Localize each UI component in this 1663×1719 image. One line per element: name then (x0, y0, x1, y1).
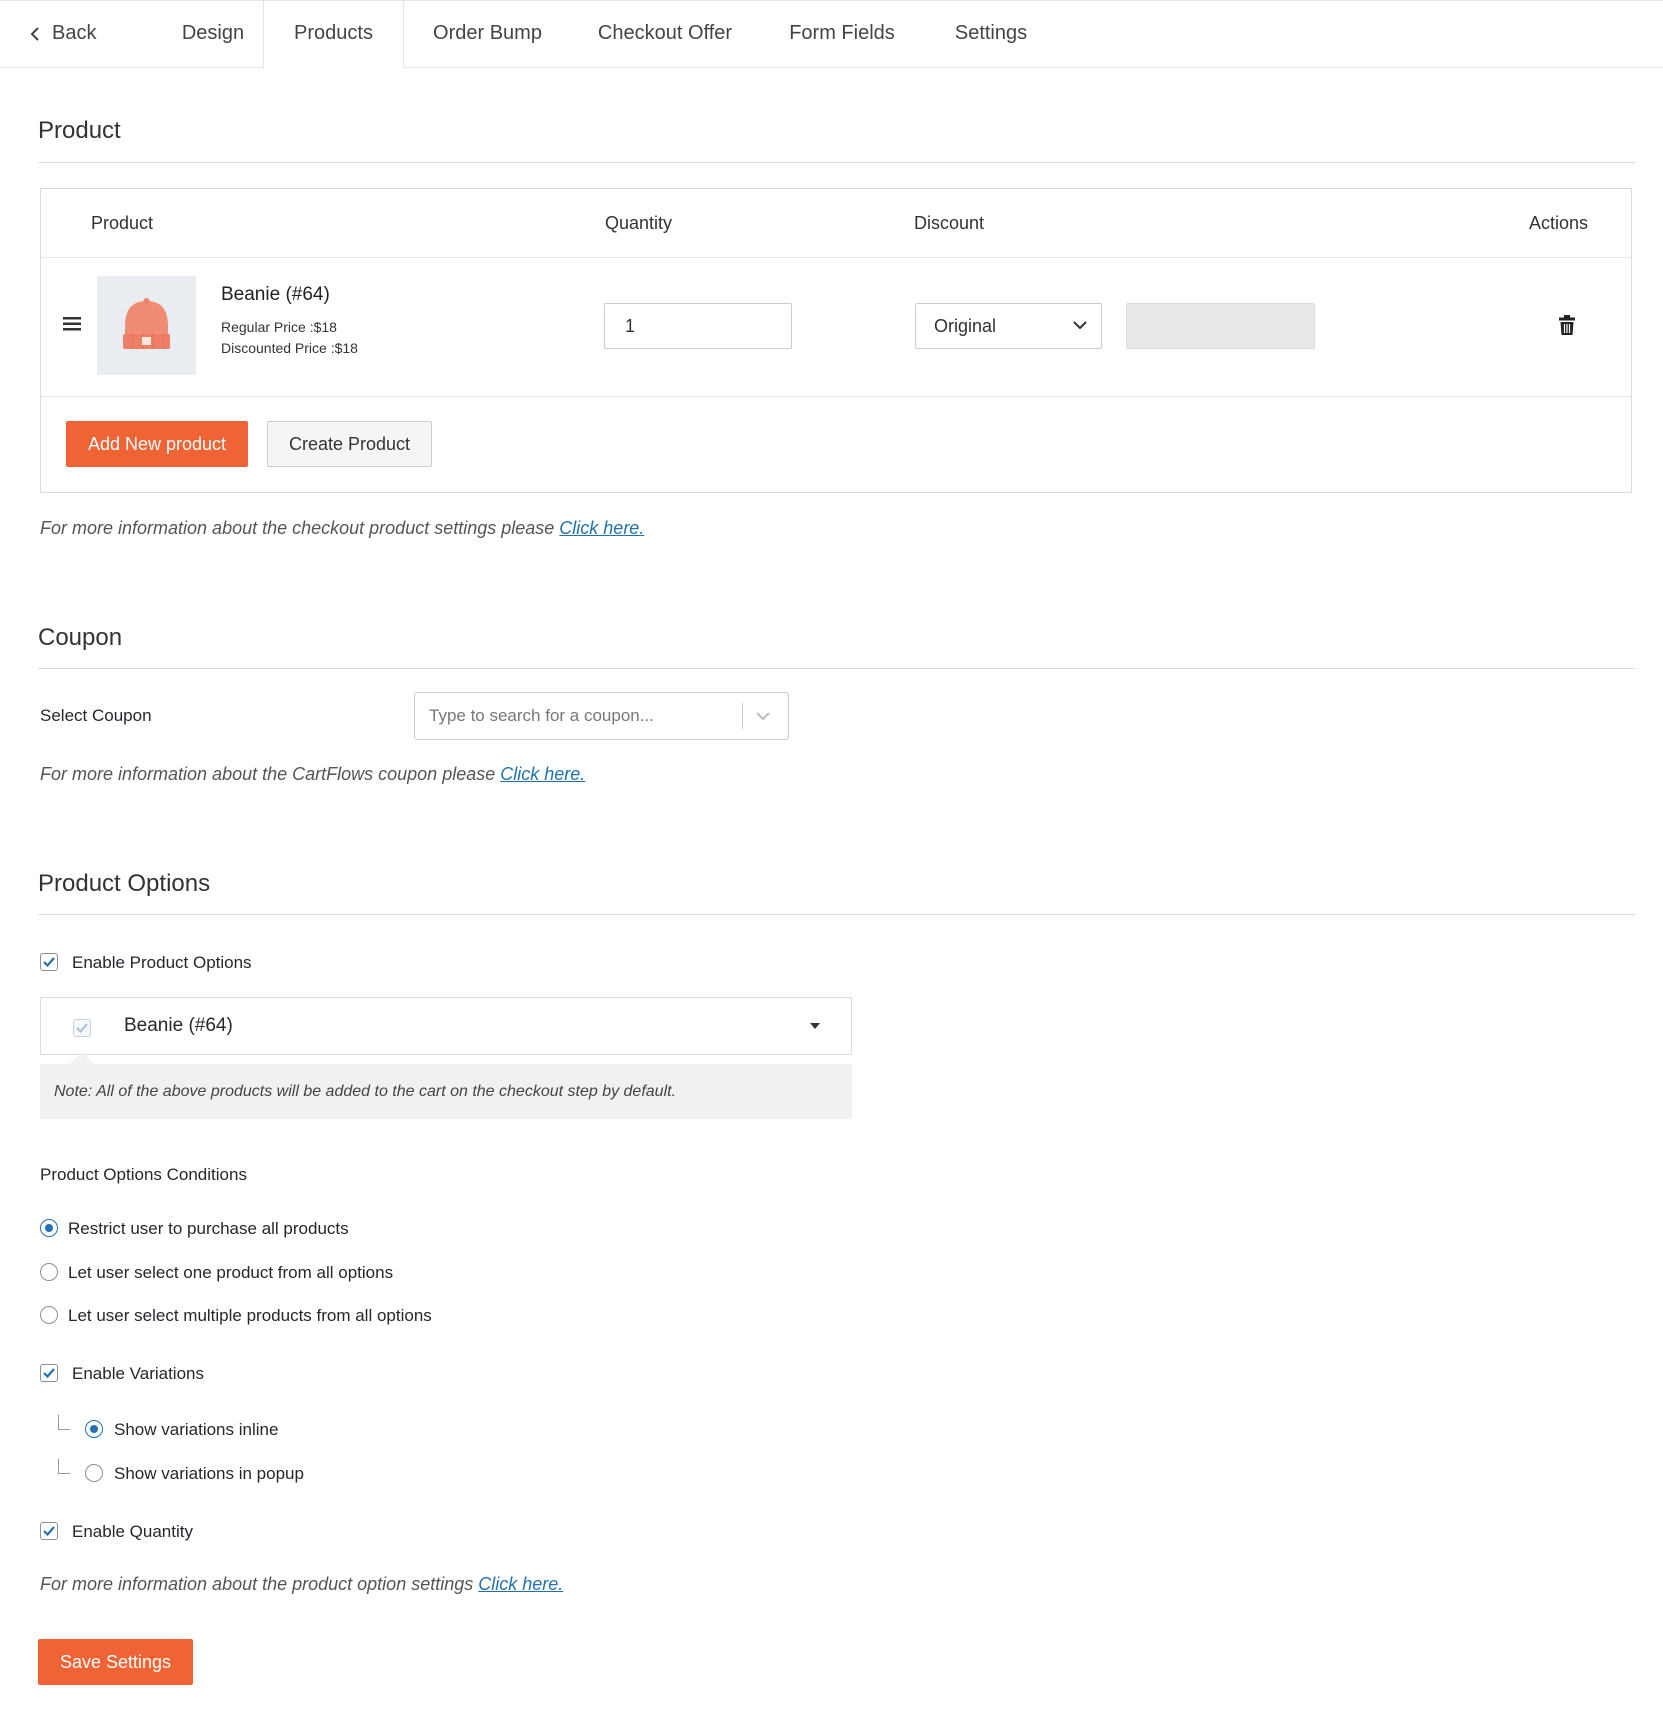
select-one-product-radio[interactable] (40, 1263, 58, 1281)
product-table-header: Product Quantity Discount Actions (41, 189, 1631, 258)
show-variations-inline-radio[interactable] (85, 1420, 103, 1438)
tab-order-bump-label: Order Bump (433, 22, 542, 44)
discount-value-input[interactable] (1126, 303, 1315, 349)
options-info-label: For more information about the product o… (40, 1574, 479, 1594)
enable-quantity-label: Enable Quantity (72, 1522, 193, 1541)
product-thumbnail (97, 276, 196, 375)
product-info-text: For more information about the checkout … (40, 518, 644, 539)
back-label: Back (52, 22, 97, 44)
restrict-all-products-radio[interactable] (40, 1219, 58, 1237)
discount-type-value: Original (934, 316, 997, 336)
chevron-down-icon[interactable] (755, 710, 771, 722)
coupon-section-title: Coupon (38, 624, 123, 651)
coupon-search-placeholder: Type to search for a coupon... (429, 706, 654, 725)
discount-type-select[interactable]: Original (915, 303, 1102, 349)
select-multiple-products-radio[interactable] (40, 1306, 58, 1324)
select-one-product-label: Let user select one product from all opt… (68, 1263, 394, 1282)
show-variations-popup-radio[interactable] (85, 1464, 103, 1482)
add-new-product-button[interactable]: Add New product (66, 421, 248, 467)
select-multiple-products-label: Let user select multiple products from a… (68, 1306, 432, 1325)
drag-handle-icon[interactable] (63, 317, 81, 336)
tree-connector (58, 1459, 70, 1474)
coupon-info-label: For more information about the CartFlows… (40, 764, 501, 784)
product-table: Product Quantity Discount Actions Beanie… (40, 188, 1632, 493)
product-option-checkbox[interactable] (73, 1019, 91, 1037)
note-pointer (70, 1052, 94, 1064)
product-name: Beanie (#64) (221, 284, 330, 305)
enable-product-options-label: Enable Product Options (72, 953, 252, 972)
options-info-text: For more information about the product o… (40, 1574, 563, 1595)
tab-checkout-offer-label: Checkout Offer (597, 22, 733, 44)
select-coupon-label: Select Coupon (40, 706, 152, 725)
column-header-actions: Actions (1529, 213, 1589, 233)
save-settings-button[interactable]: Save Settings (38, 1639, 193, 1685)
tree-connector (58, 1415, 70, 1430)
product-option-name: Beanie (#64) (124, 1015, 233, 1036)
coupon-info-link[interactable]: Click here. (500, 764, 585, 784)
column-header-quantity: Quantity (605, 213, 673, 233)
column-header-discount: Discount (914, 213, 985, 233)
options-info-link[interactable]: Click here. (478, 1574, 563, 1594)
section-divider (38, 668, 1635, 669)
product-section-title: Product (38, 117, 121, 144)
enable-quantity-checkbox[interactable] (40, 1522, 58, 1540)
show-variations-inline-label: Show variations inline (114, 1420, 279, 1439)
product-option-item: Beanie (#64) (40, 997, 852, 1055)
tab-products[interactable]: Products (263, 1, 404, 69)
create-product-button[interactable]: Create Product (267, 421, 432, 467)
product-info-link[interactable]: Click here. (559, 518, 644, 538)
check-icon (76, 1023, 88, 1033)
tab-design[interactable]: Design (157, 1, 269, 68)
enable-variations-label: Enable Variations (72, 1364, 204, 1383)
tab-settings-label: Settings (954, 22, 1028, 44)
quantity-input[interactable] (604, 303, 792, 349)
column-header-product: Product (91, 213, 154, 233)
product-info-label: For more information about the checkout … (40, 518, 560, 538)
show-variations-popup-label: Show variations in popup (114, 1464, 304, 1483)
chevron-left-icon (30, 27, 39, 41)
tab-order-bump[interactable]: Order Bump (425, 1, 550, 68)
tab-bar: Back Design Products Order Bump Checkout… (0, 0, 1663, 69)
tab-design-label: Design (181, 22, 245, 44)
check-icon (43, 1526, 55, 1537)
coupon-search-select[interactable]: Type to search for a coupon... (414, 692, 789, 740)
checkout-step-editor: Back Design Products Order Bump Checkout… (0, 0, 1663, 1719)
section-divider (38, 162, 1635, 163)
tab-checkout-offer[interactable]: Checkout Offer (590, 1, 740, 68)
back-button[interactable]: Back (30, 1, 110, 68)
discounted-price: Discounted Price :$18 (221, 340, 358, 356)
tab-settings[interactable]: Settings (945, 1, 1037, 68)
check-icon (43, 957, 55, 968)
beanie-image (123, 298, 170, 349)
regular-price: Regular Price :$18 (221, 319, 337, 335)
restrict-all-products-label: Restrict user to purchase all products (68, 1219, 349, 1238)
tab-form-fields[interactable]: Form Fields (782, 1, 902, 68)
enable-variations-checkbox[interactable] (40, 1364, 58, 1382)
caret-down-icon[interactable] (809, 1022, 821, 1030)
select-separator (742, 703, 743, 729)
check-icon (43, 1368, 55, 1379)
coupon-info-text: For more information about the CartFlows… (40, 764, 585, 785)
tab-form-fields-label: Form Fields (789, 22, 895, 44)
chevron-down-icon (1073, 321, 1087, 330)
section-divider (38, 914, 1635, 915)
tab-products-label: Products (294, 22, 373, 44)
table-row: Beanie (#64) Regular Price :$18 Discount… (41, 257, 1631, 397)
trash-icon[interactable] (1559, 315, 1575, 340)
product-options-conditions-title: Product Options Conditions (40, 1165, 247, 1184)
product-options-section-title: Product Options (38, 870, 211, 897)
product-options-note: Note: All of the above products will be … (40, 1064, 852, 1119)
enable-product-options-checkbox[interactable] (40, 953, 58, 971)
